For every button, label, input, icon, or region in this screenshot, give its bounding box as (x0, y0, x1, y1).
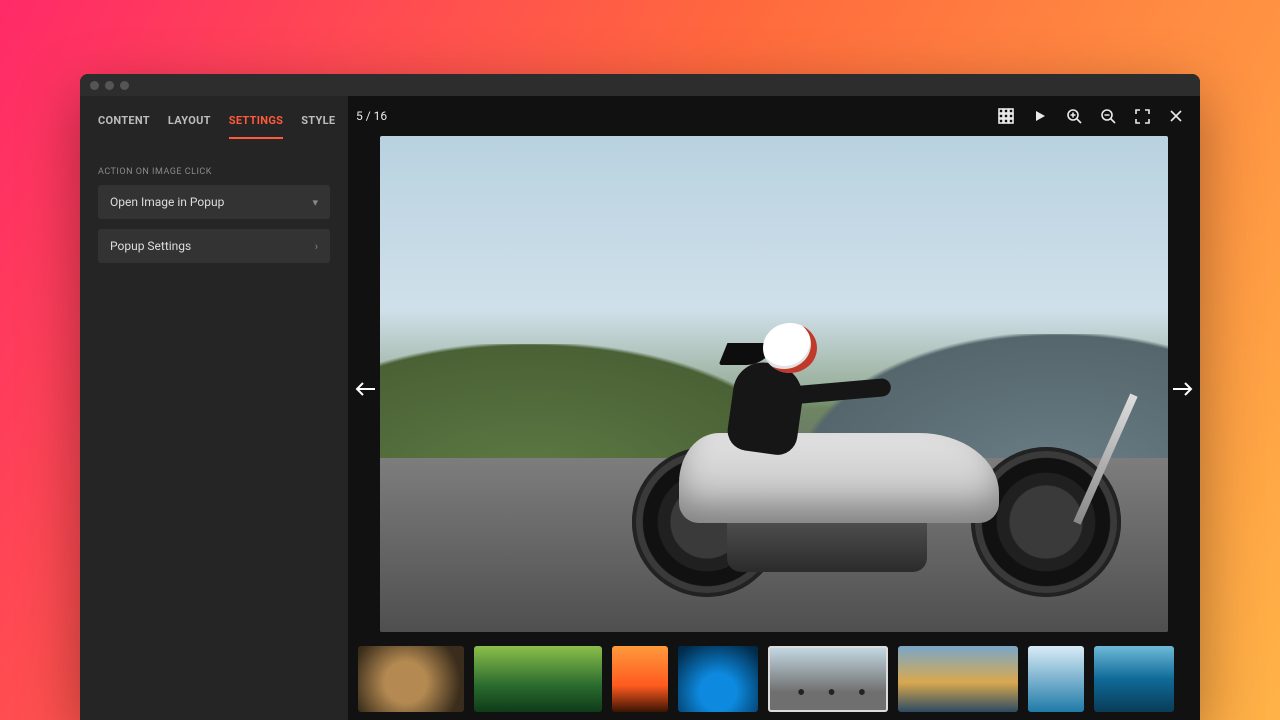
section-label-action: ACTION ON IMAGE CLICK (98, 167, 330, 177)
tab-settings[interactable]: SETTINGS (229, 114, 283, 139)
sidebar-tabs: CONTENT LAYOUT SETTINGS STYLE (98, 114, 330, 139)
zoom-in-icon[interactable] (1058, 100, 1090, 132)
scene-helmet (763, 323, 817, 373)
prev-image-button[interactable] (352, 375, 380, 403)
chevron-down-icon: ▾ (312, 196, 318, 209)
tab-content[interactable]: CONTENT (98, 114, 150, 139)
grid-icon[interactable] (990, 100, 1022, 132)
close-icon[interactable] (1160, 100, 1192, 132)
thumb-2[interactable] (474, 646, 602, 712)
select-value: Open Image in Popup (110, 195, 224, 209)
popup-settings-label: Popup Settings (110, 239, 191, 253)
chevron-right-icon: › (315, 240, 318, 253)
tab-layout[interactable]: LAYOUT (168, 114, 211, 139)
thumb-7[interactable] (1028, 646, 1084, 712)
zoom-out-icon[interactable] (1092, 100, 1124, 132)
image-viewer: 5 / 16 (348, 96, 1200, 720)
play-icon[interactable] (1024, 100, 1056, 132)
scene-torso (725, 359, 807, 458)
thumb-8[interactable] (1094, 646, 1174, 712)
thumb-1[interactable] (358, 646, 464, 712)
sidebar: CONTENT LAYOUT SETTINGS STYLE ACTION ON … (80, 96, 348, 720)
thumb-5[interactable] (768, 646, 888, 712)
window-dot-max[interactable] (120, 81, 129, 90)
thumb-3[interactable] (612, 646, 668, 712)
app-window: CONTENT LAYOUT SETTINGS STYLE ACTION ON … (80, 74, 1200, 720)
thumb-6[interactable] (898, 646, 1018, 712)
stage-wrap (348, 136, 1200, 642)
window-titlebar (80, 74, 1200, 96)
viewer-toolbar: 5 / 16 (348, 96, 1200, 136)
thumbnail-strip[interactable] (348, 642, 1200, 720)
window-dot-min[interactable] (105, 81, 114, 90)
next-image-button[interactable] (1168, 375, 1196, 403)
popup-settings-row[interactable]: Popup Settings › (98, 229, 330, 263)
window-dot-close[interactable] (90, 81, 99, 90)
thumb-4[interactable] (678, 646, 758, 712)
main-image[interactable] (380, 136, 1168, 632)
tab-style[interactable]: STYLE (301, 114, 335, 139)
image-counter: 5 / 16 (356, 109, 387, 123)
action-on-click-select[interactable]: Open Image in Popup ▾ (98, 185, 330, 219)
fullscreen-icon[interactable] (1126, 100, 1158, 132)
scene-rider (711, 313, 831, 493)
